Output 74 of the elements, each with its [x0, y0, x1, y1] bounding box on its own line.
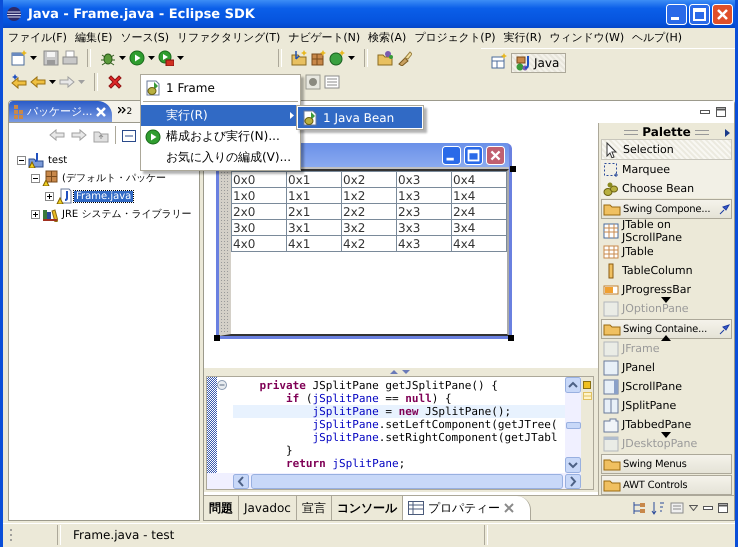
menu-item[interactable]: 実行(R) — [500, 30, 546, 44]
table-cell: 1x4 — [452, 188, 506, 204]
palette-item: JOptionPane — [601, 299, 732, 318]
tree-item[interactable]: JRE システム・ライブラリー — [60, 207, 194, 221]
tree-item[interactable]: Frame.java — [74, 190, 134, 202]
palette-title: Palette — [642, 125, 691, 140]
table-cell: 2x0 — [232, 204, 286, 220]
tree-item[interactable]: test — [46, 154, 70, 166]
menu-item[interactable]: 構成および実行(N)... — [141, 126, 300, 147]
code-line: private JSplitPane getJSplitPane() { — [258, 379, 499, 392]
perspective-button[interactable]: Java — [511, 53, 566, 73]
code-line: return jSplitPane; — [284, 457, 406, 470]
menu-item[interactable]: ファイル(F) — [4, 30, 71, 44]
table-cell: 1x0 — [232, 188, 286, 204]
status-text: Frame.java - test — [73, 528, 174, 542]
table-cell: 4x1 — [286, 236, 342, 252]
table-cell: 1x2 — [342, 188, 396, 204]
menu-item[interactable]: 検索(A) — [364, 30, 410, 44]
table-cell: 0x0 — [232, 172, 286, 188]
palette-item[interactable]: JScrollPane — [601, 377, 732, 396]
code-line: jSplitPane.setLeftComponent(getJTree( — [311, 418, 559, 431]
palette-item[interactable]: JTable — [601, 242, 732, 262]
menu-item[interactable]: ウィンドウ(W) — [546, 30, 628, 44]
table-cell: 3x0 — [232, 220, 286, 236]
menu-item[interactable]: プロジェクト(P) — [410, 30, 500, 44]
menu-item[interactable]: 1 Java Bean — [298, 107, 422, 128]
palette-drawer[interactable]: Swing Menus — [601, 454, 732, 474]
palette-tool[interactable]: Marquee — [601, 160, 732, 180]
table-cell: 0x2 — [342, 172, 396, 188]
view-tab[interactable]: パッケージ... — [9, 101, 112, 122]
code-line: } — [284, 444, 294, 457]
palette-drawer[interactable]: Swing Compone... — [601, 199, 732, 220]
tree-item[interactable]: (デフォルト・パッケー — [60, 171, 168, 185]
table-cell: 2x4 — [452, 204, 506, 220]
table-cell: 4x4 — [452, 236, 506, 252]
table-cell: 2x1 — [286, 204, 342, 220]
code-line: jSplitPane.setRightComponent(getJTabl — [311, 431, 559, 444]
view-overflow-button[interactable]: 2 — [118, 106, 132, 116]
table-cell: 2x2 — [342, 204, 396, 220]
palette-item[interactable]: JProgressBar — [601, 280, 732, 300]
palette-item[interactable]: JTabbedPane — [601, 415, 732, 434]
palette-item: JFrame — [601, 339, 732, 358]
window-title: Java - Frame.java - Eclipse SDK — [28, 6, 256, 22]
table-cell: 4x3 — [396, 236, 452, 252]
palette-item[interactable]: JSplitPane — [601, 396, 732, 416]
menu-item[interactable]: ナビゲート(N) — [284, 30, 364, 44]
table-cell: 2x3 — [396, 204, 452, 220]
table-cell: 3x4 — [452, 220, 506, 236]
table-cell: 0x3 — [396, 172, 452, 188]
table-cell: 4x2 — [342, 236, 396, 252]
table-cell: 4x0 — [232, 236, 286, 252]
palette-tool[interactable]: Selection — [601, 139, 732, 160]
palette-tool[interactable]: Choose Bean — [601, 179, 732, 198]
table-cell: 0x1 — [286, 172, 342, 188]
view-tab[interactable]: プロパティー — [402, 496, 531, 520]
palette-item: JDesktopPane — [601, 434, 732, 454]
palette-drawer[interactable]: AWT Controls — [601, 475, 732, 495]
table-cell: 3x2 — [342, 220, 396, 236]
palette-item[interactable]: TableColumn — [601, 261, 732, 280]
menu-item[interactable]: 編集(E) — [70, 30, 116, 44]
menu-item[interactable]: リファクタリング(T) — [173, 30, 284, 44]
menu-item[interactable]: ソース(S) — [116, 30, 174, 44]
code-line: if (jSplitPane == null) { — [284, 392, 453, 405]
menu-item[interactable]: 1 Frame — [141, 77, 300, 98]
palette-item[interactable]: JTable on JScrollPane — [601, 219, 732, 242]
table-cell: 3x3 — [396, 220, 452, 236]
table-cell: 1x1 — [286, 188, 342, 204]
table-cell: 1x3 — [396, 188, 452, 204]
menu-item[interactable]: お気に入りの編成(V)... — [141, 147, 300, 168]
table-cell: 0x4 — [452, 172, 506, 188]
palette-item[interactable]: JPanel — [601, 358, 732, 378]
palette-drawer[interactable]: Swing Containe... — [601, 319, 732, 340]
table-cell: 3x1 — [286, 220, 342, 236]
menu-item[interactable]: ヘルプ(H) — [628, 30, 686, 44]
